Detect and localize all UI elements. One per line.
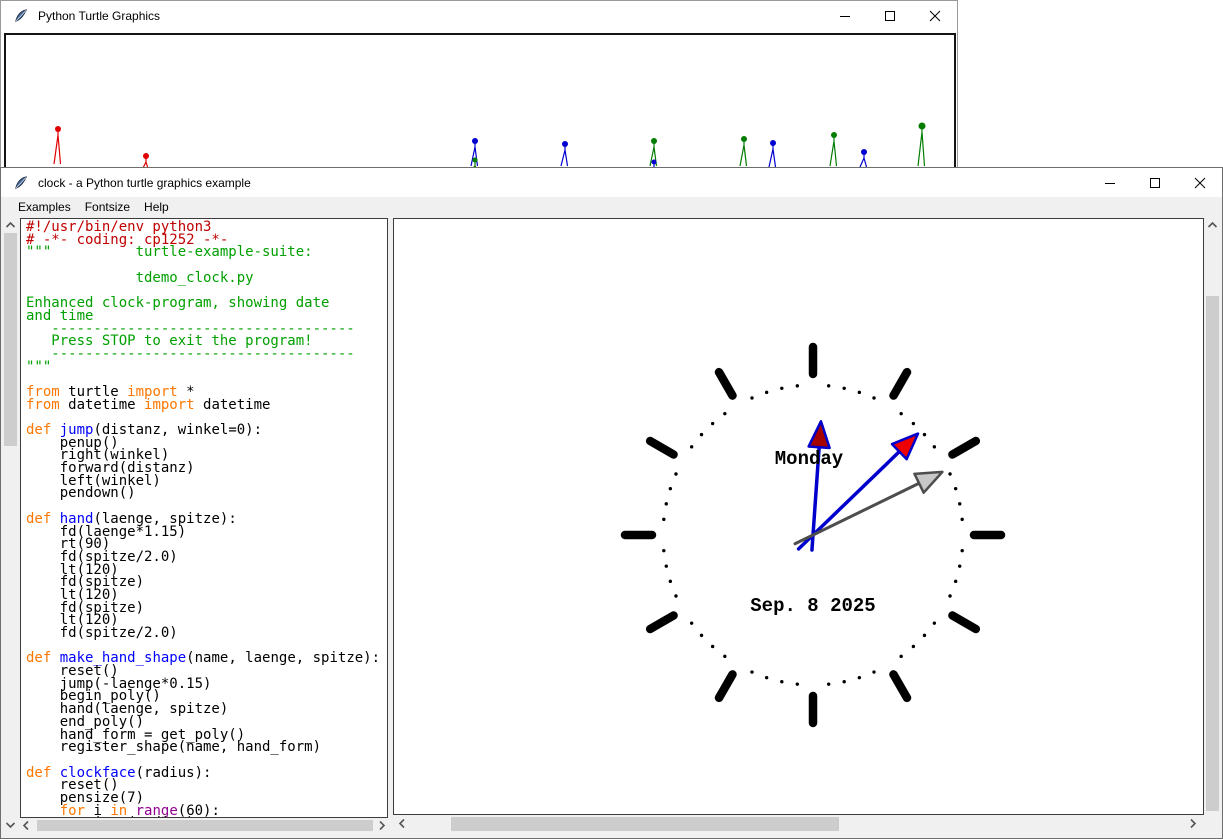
clock-window: clock - a Python turtle graphics example… <box>0 167 1223 839</box>
code-text: #!/usr/bin/env python3# -*- coding: cp12… <box>26 221 387 818</box>
date-label: Sep. 8 2025 <box>750 595 875 617</box>
back-titlebar: Python Turtle Graphics <box>1 1 957 31</box>
close-button[interactable] <box>912 1 957 30</box>
code-line: tdemo_clock.py <box>26 272 387 285</box>
menu-bar: Examples Fontsize Help <box>1 197 1222 218</box>
code-line: ------------------------------------ <box>26 348 387 361</box>
code-vscroll-thumb[interactable] <box>4 233 17 446</box>
menu-item-help[interactable]: Help <box>137 198 176 217</box>
stick-figure <box>860 149 867 167</box>
stick-figure <box>769 140 776 167</box>
canvas-vscroll-thumb[interactable] <box>1206 296 1219 811</box>
scroll-left-icon[interactable] <box>20 819 33 832</box>
code-editor[interactable]: #!/usr/bin/env python3# -*- coding: cp12… <box>20 218 388 818</box>
stick-figure <box>830 132 837 166</box>
window-content: #!/usr/bin/env python3# -*- coding: cp12… <box>1 218 1222 831</box>
feather-icon[interactable] <box>13 175 29 191</box>
minimize-icon <box>839 10 851 22</box>
minimize-button[interactable] <box>822 1 867 30</box>
code-line: register_shape(name, hand_form) <box>26 741 387 754</box>
maximize-icon <box>884 10 896 22</box>
code-line: jump(radius) <box>26 817 387 818</box>
code-line: """ turtle-example-suite: <box>26 246 387 259</box>
feather-icon[interactable] <box>13 8 29 24</box>
stick-figures-drawing <box>6 35 954 171</box>
code-hscroll-thumb[interactable] <box>37 820 373 831</box>
scroll-down-icon[interactable] <box>3 817 18 832</box>
code-line: """ <box>26 361 387 374</box>
turtle-canvas <box>4 33 956 173</box>
code-line: fd(spitze/2.0) <box>26 627 387 640</box>
back-window: Python Turtle Graphics <box>0 0 958 170</box>
second-hand-arrowhead <box>914 472 942 493</box>
back-window-title: Python Turtle Graphics <box>38 9 160 23</box>
close-icon <box>1194 177 1206 189</box>
stick-figure <box>561 141 568 166</box>
minimize-icon <box>1104 177 1116 189</box>
scroll-up-icon[interactable] <box>3 218 18 233</box>
scroll-right-icon[interactable] <box>1185 816 1200 831</box>
canvas-vscrollbar[interactable] <box>1205 218 1220 832</box>
clock-window-title: clock - a Python turtle graphics example <box>38 176 251 190</box>
desktop: Python Turtle Graphics c <box>0 0 1223 839</box>
stick-figure <box>918 123 926 167</box>
code-line: pendown() <box>26 487 387 500</box>
hour-hand-arrowhead <box>809 421 830 448</box>
menu-item-examples[interactable]: Examples <box>11 198 78 217</box>
canvas-hscrollbar[interactable] <box>393 816 1204 832</box>
stick-figure <box>54 126 61 164</box>
minimize-button[interactable] <box>1087 168 1132 197</box>
maximize-button[interactable] <box>1132 168 1177 197</box>
scroll-left-icon[interactable] <box>395 816 410 831</box>
menu-item-fontsize[interactable]: Fontsize <box>78 198 137 217</box>
close-button[interactable] <box>1177 168 1222 197</box>
weekday-label: Monday <box>775 448 844 470</box>
clock-drawing: Monday Sep. 8 2025 <box>394 219 1203 814</box>
code-hscrollbar[interactable] <box>20 819 388 832</box>
scroll-right-icon[interactable] <box>375 819 388 832</box>
maximize-icon <box>1149 177 1161 189</box>
code-line: from datetime import datetime <box>26 399 387 412</box>
close-icon <box>929 10 941 22</box>
maximize-button[interactable] <box>867 1 912 30</box>
stick-figure <box>740 136 747 166</box>
scrollbar-corner <box>1205 816 1220 832</box>
clock-titlebar: clock - a Python turtle graphics example <box>1 168 1222 197</box>
canvas-hscroll-thumb[interactable] <box>451 817 839 831</box>
scroll-up-icon[interactable] <box>1205 218 1220 233</box>
code-vscrollbar[interactable] <box>3 218 18 832</box>
clock-canvas: Monday Sep. 8 2025 <box>393 218 1204 815</box>
